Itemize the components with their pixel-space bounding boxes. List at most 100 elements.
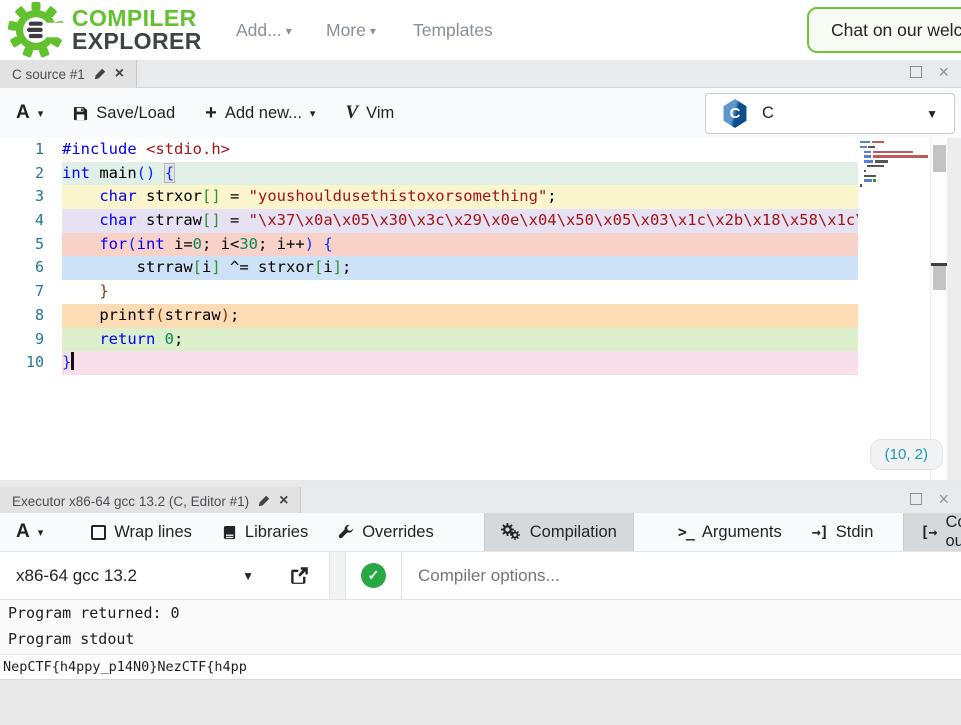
nav-add-menu[interactable]: Add...▾: [236, 20, 292, 41]
overrides-button[interactable]: Overrides: [338, 523, 434, 542]
chevron-down-icon: ▼: [242, 569, 254, 583]
minimap-segment: [864, 160, 873, 162]
vim-toggle-button[interactable]: V Vim: [345, 102, 394, 124]
divider: [330, 552, 346, 599]
minimap-segment: [873, 151, 913, 153]
minimap-segment: [864, 155, 871, 157]
minimap-segment: [860, 146, 867, 148]
maximize-pane-icon[interactable]: [910, 66, 922, 78]
executor-tab[interactable]: Executor x86-64 gcc 13.2 (C, Editor #1) …: [0, 487, 301, 515]
stdin-button[interactable]: →] Stdin: [812, 523, 874, 542]
rename-pencil-icon[interactable]: [94, 68, 106, 80]
chevron-down-icon: ▾: [310, 107, 316, 120]
minimap-segment: [872, 141, 884, 143]
app-header: COMPILER EXPLORER Add...▾ More▾ Template…: [0, 0, 961, 60]
language-selected: C: [762, 104, 912, 123]
code-line[interactable]: 8 printf(strraw);: [0, 304, 961, 328]
code-line[interactable]: 3 char strxor[] = "youshouldusethistoxor…: [0, 185, 961, 209]
compiler-row: x86-64 gcc 13.2 ▼ ✓ Compiler options...: [0, 551, 961, 600]
sign-in-icon: →]: [812, 523, 828, 541]
editor-scrollbar[interactable]: [930, 138, 947, 480]
open-compiler-site-button[interactable]: [270, 552, 330, 599]
executor-tab-bar: Executor x86-64 gcc 13.2 (C, Editor #1) …: [0, 487, 961, 515]
code-editor[interactable]: 1#include <stdio.h>2int main() {3 char s…: [0, 138, 961, 480]
line-number: 9: [0, 328, 62, 352]
pane-splitter[interactable]: [0, 480, 961, 487]
arguments-button[interactable]: >_ Arguments: [678, 523, 782, 542]
line-number: 1: [0, 138, 62, 162]
code-line[interactable]: 2int main() {: [0, 162, 961, 186]
chevron-down-icon: ▾: [38, 526, 44, 539]
code-line[interactable]: 7 }: [0, 280, 961, 304]
wrap-lines-toggle[interactable]: Wrap lines: [91, 523, 192, 542]
line-number: 4: [0, 209, 62, 233]
external-link-icon: [290, 566, 309, 585]
code-line[interactable]: 4 char strraw[] = "\x37\x0a\x05\x30\x3c\…: [0, 209, 961, 233]
minimap[interactable]: [858, 138, 930, 480]
plus-icon: +: [205, 102, 217, 125]
executor-toolbar: A▾ Wrap lines Libraries Overrides Compil…: [0, 513, 961, 551]
close-tab-icon[interactable]: ×: [115, 66, 124, 82]
floppy-disk-icon: [73, 106, 88, 121]
editor-tab[interactable]: C source #1 ×: [0, 60, 137, 88]
chat-button[interactable]: Chat on our welc: [807, 7, 961, 53]
compiler-explorer-logo-icon[interactable]: [8, 2, 64, 63]
output-footer: [0, 680, 961, 725]
close-pane-icon[interactable]: ×: [938, 66, 949, 78]
wrench-icon: [338, 524, 354, 540]
minimap-segment: [864, 151, 871, 153]
add-new-button[interactable]: + Add new... ▾: [205, 102, 315, 125]
minimap-segment: [867, 165, 884, 167]
minimap-segment: [875, 160, 888, 162]
nav-templates[interactable]: Templates: [413, 20, 493, 41]
code-line[interactable]: 5 for(int i=0; i<30; i++) {: [0, 233, 961, 257]
code-line[interactable]: 9 return 0;: [0, 328, 961, 352]
executor-tab-title: Executor x86-64 gcc 13.2 (C, Editor #1): [12, 494, 249, 509]
maximize-pane-icon[interactable]: [910, 493, 922, 505]
minimap-segment: [864, 175, 876, 177]
close-pane-icon[interactable]: ×: [938, 493, 949, 505]
code-line[interactable]: 1#include <stdio.h>: [0, 138, 961, 162]
save-load-button[interactable]: Save/Load: [73, 104, 175, 123]
nav-more-menu[interactable]: More▾: [326, 20, 376, 41]
stdout-text[interactable]: NepCTF{h4ppy_p14N0}NezCTF{h4pp: [0, 654, 961, 680]
language-select[interactable]: C C ▼: [705, 93, 955, 134]
code-line[interactable]: 6 strraw[i] ^= strxor[i];: [0, 256, 961, 280]
compilation-button[interactable]: Compilation: [484, 513, 634, 551]
cursor-position-badge: (10, 2): [870, 439, 943, 470]
compiler-options-input[interactable]: Compiler options...: [402, 552, 961, 599]
program-output: Program returned: 0 Program stdout NepCT…: [0, 600, 961, 725]
brand-wordmark[interactable]: COMPILER EXPLORER: [72, 7, 202, 53]
chevron-down-icon: ▾: [370, 24, 376, 38]
close-tab-icon[interactable]: ×: [279, 493, 288, 509]
scrollbar-thumb[interactable]: [933, 145, 946, 172]
chevron-down-icon: ▼: [926, 107, 938, 121]
scrollbar-thumb[interactable]: [933, 266, 946, 290]
program-stdout-label: Program stdout: [0, 626, 961, 652]
font-size-button[interactable]: A▾: [16, 521, 43, 543]
check-circle-icon: ✓: [361, 563, 386, 588]
line-number: 10: [0, 351, 62, 375]
terminal-icon: >_: [678, 523, 694, 541]
line-number: 8: [0, 304, 62, 328]
text-cursor: [71, 352, 74, 370]
line-number: 2: [0, 162, 62, 186]
libraries-button[interactable]: Libraries: [222, 523, 308, 542]
minimap-segment: [873, 179, 876, 181]
c-language-icon: C: [722, 99, 748, 128]
sign-out-icon: [→: [920, 523, 936, 541]
minimap-segment: [860, 141, 870, 143]
rename-pencil-icon[interactable]: [258, 495, 270, 507]
code-line[interactable]: 10}: [0, 351, 961, 375]
checkbox-icon[interactable]: [91, 525, 106, 540]
gears-icon: [501, 523, 521, 541]
compiler-output-button[interactable]: [→ Compiler output: [903, 513, 961, 551]
compile-status[interactable]: ✓: [346, 552, 402, 599]
compiler-select[interactable]: x86-64 gcc 13.2 ▼: [0, 552, 270, 599]
brand-line2: EXPLORER: [72, 30, 202, 53]
pane-edge: [947, 138, 961, 480]
book-icon: [222, 525, 237, 540]
font-size-button[interactable]: A▾: [16, 102, 43, 124]
code-lines: 1#include <stdio.h>2int main() {3 char s…: [0, 138, 961, 375]
minimap-segment: [864, 170, 866, 172]
